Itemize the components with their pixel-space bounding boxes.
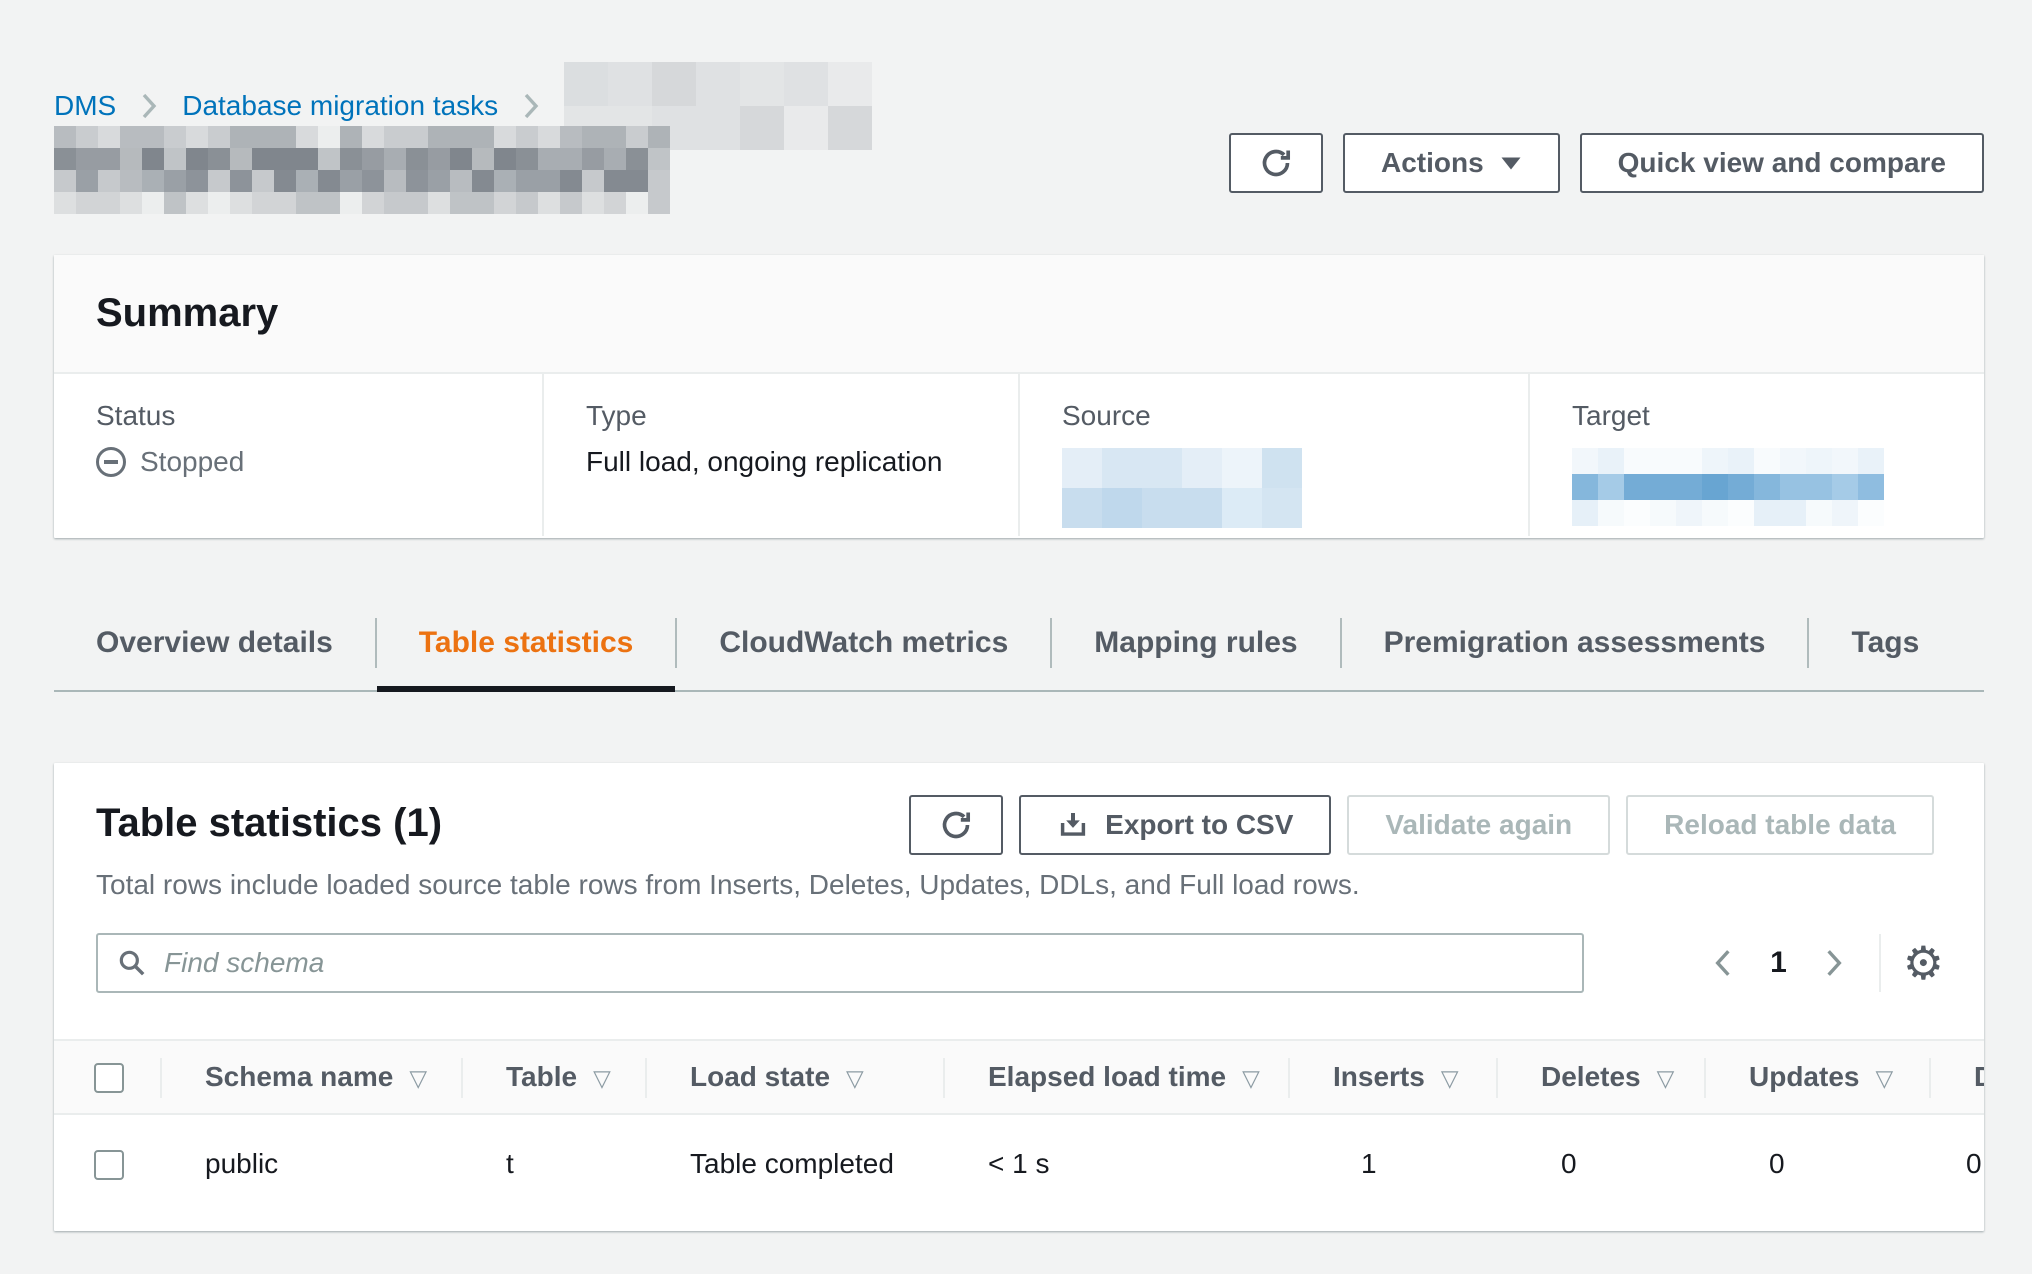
sort-icon: ▽ [1441, 1066, 1459, 1092]
toolbar-divider [1879, 934, 1881, 992]
cell-load-state: Table completed [646, 1114, 944, 1212]
tab-tags[interactable]: Tags [1809, 610, 1961, 692]
breadcrumb-chevron-icon [138, 91, 160, 121]
column-header-load-state[interactable]: Load state ▽ [646, 1040, 944, 1114]
reload-button-label: Reload table data [1664, 811, 1896, 839]
pagination: 1 [1706, 943, 1851, 983]
summary-field-label: Status [96, 400, 512, 432]
column-header-label: Inserts [1333, 1061, 1425, 1092]
column-header-label: Table [506, 1061, 577, 1092]
column-header-inserts[interactable]: Inserts ▽ [1289, 1040, 1497, 1114]
dms-task-page: { "colors": { "page_background": "#f2f3f… [0, 0, 2032, 1274]
summary-field-target: Target [1528, 374, 1982, 536]
summary-card-header: Summary [54, 255, 1984, 374]
refresh-button[interactable] [1229, 133, 1323, 193]
source-value-redacted [1062, 448, 1498, 528]
summary-field-label: Type [586, 400, 988, 432]
cell-elapsed-load-time: < 1 s [944, 1114, 1289, 1212]
table-row: publictTable completed< 1 s1000 [54, 1114, 1984, 1212]
tab-table-statistics[interactable]: Table statistics [377, 610, 676, 692]
summary-field-source: Source [1018, 374, 1528, 536]
schema-search [96, 933, 1584, 993]
export-to-csv-button[interactable]: Export to CSV [1019, 795, 1331, 855]
stopped-status-icon [96, 447, 126, 477]
column-header-label: Schema name [205, 1061, 393, 1092]
column-header-label: Deletes [1541, 1061, 1641, 1092]
breadcrumb-link-dms[interactable]: DMS [54, 90, 116, 122]
summary-field-value: Full load, ongoing replication [586, 446, 988, 478]
summary-title: Summary [96, 291, 278, 336]
column-header-table[interactable]: Table ▽ [462, 1040, 646, 1114]
table-statistics-panel: Table statistics (1) Export to CSV Valid… [54, 763, 1984, 1231]
sort-icon: ▽ [409, 1066, 427, 1092]
tab-premigration-assessments[interactable]: Premigration assessments [1342, 610, 1808, 692]
preferences-gear-icon[interactable]: ⚙ [1903, 940, 1944, 986]
refresh-icon [1259, 146, 1293, 180]
target-value-redacted [1572, 448, 1952, 526]
quick-view-compare-button[interactable]: Quick view and compare [1580, 133, 1984, 193]
quick-view-label: Quick view and compare [1618, 149, 1946, 177]
cell-inserts: 1 [1289, 1114, 1497, 1212]
column-header-updates[interactable]: Updates ▽ [1705, 1040, 1930, 1114]
table-statistics-description: Total rows include loaded source table r… [54, 855, 1984, 901]
cell-updates: 0 [1705, 1114, 1930, 1212]
column-header-label: Elapsed load time [988, 1061, 1226, 1092]
cell-schema-name: public [161, 1114, 462, 1212]
column-header-schema-name[interactable]: Schema name ▽ [161, 1040, 462, 1114]
summary-field-type: Type Full load, ongoing replication [542, 374, 1018, 536]
tab-bar: Overview detailsTable statisticsCloudWat… [54, 610, 1984, 692]
caret-down-icon [1500, 156, 1522, 171]
previous-page-button[interactable] [1706, 943, 1740, 983]
sort-icon: ▽ [1242, 1066, 1260, 1092]
validate-button-label: Validate again [1385, 811, 1572, 839]
table-refresh-button[interactable] [909, 795, 1003, 855]
column-header-label: DDLs [1974, 1061, 1984, 1092]
cell-table: t [462, 1114, 646, 1212]
tab-mapping-rules[interactable]: Mapping rules [1052, 610, 1339, 692]
sort-icon: ▽ [1875, 1066, 1893, 1092]
actions-button-label: Actions [1381, 149, 1484, 177]
table-statistics-title: Table statistics (1) [96, 801, 442, 846]
summary-body: Status Stopped Type Full load, ongoing repl… [54, 374, 1984, 536]
find-schema-input[interactable] [96, 933, 1584, 993]
summary-field-label: Source [1062, 400, 1498, 432]
select-all-header-cell [54, 1040, 161, 1114]
cell-ddls: 0 [1930, 1114, 1984, 1212]
status-value: Stopped [96, 446, 512, 478]
row-checkbox[interactable] [94, 1150, 124, 1180]
refresh-icon [939, 808, 973, 842]
page-header: Actions Quick view and compare [54, 126, 1984, 214]
tab-cloudwatch-metrics[interactable]: CloudWatch metrics [677, 610, 1050, 692]
summary-field-status: Status Stopped [54, 374, 542, 536]
column-header-ddls[interactable]: DDLs▽ [1930, 1040, 1984, 1114]
column-header-label: Load state [690, 1061, 830, 1092]
page-title-redacted [54, 126, 670, 214]
table-statistics-grid: Schema name▽Table▽Load state▽Elapsed loa… [54, 1039, 1984, 1212]
column-header-elapsed-load-time[interactable]: Elapsed load time ▽ [944, 1040, 1289, 1114]
summary-field-label: Target [1572, 400, 1952, 432]
column-header-label: Updates [1749, 1061, 1859, 1092]
cell-deletes: 0 [1497, 1114, 1705, 1212]
reload-table-data-button[interactable]: Reload table data [1626, 795, 1934, 855]
current-page-number[interactable]: 1 [1770, 946, 1787, 980]
next-page-button[interactable] [1817, 943, 1851, 983]
actions-button[interactable]: Actions [1343, 133, 1560, 193]
breadcrumb-chevron-icon [520, 91, 542, 121]
download-icon [1057, 809, 1089, 841]
select-all-checkbox[interactable] [94, 1063, 124, 1093]
sort-icon: ▽ [593, 1066, 611, 1092]
export-button-label: Export to CSV [1105, 811, 1293, 839]
validate-again-button[interactable]: Validate again [1347, 795, 1610, 855]
sort-icon: ▽ [1657, 1066, 1675, 1092]
summary-card: Summary Status Stopped Type Full load, ongo… [54, 255, 1984, 538]
sort-icon: ▽ [846, 1066, 864, 1092]
breadcrumb-link-tasks[interactable]: Database migration tasks [182, 90, 498, 122]
row-select-cell [54, 1114, 161, 1212]
tab-overview-details[interactable]: Overview details [54, 610, 375, 692]
column-header-deletes[interactable]: Deletes ▽ [1497, 1040, 1705, 1114]
